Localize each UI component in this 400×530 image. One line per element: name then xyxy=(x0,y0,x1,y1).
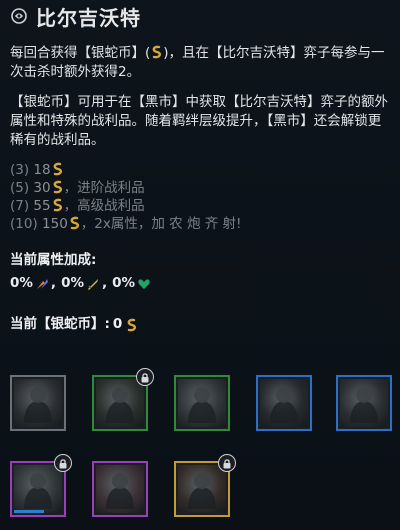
champion-slot-6[interactable] xyxy=(10,454,72,517)
stat-sep-1: , xyxy=(50,275,57,291)
champion-portrait xyxy=(340,379,388,427)
champion-portrait xyxy=(178,465,226,513)
stat-value-3: 0% xyxy=(112,275,136,291)
description-paragraph-2: 【银蛇币】可用于在【黑市】中获取【比尔吉沃特】弈子的额外属性和特殊的战利品。随着… xyxy=(10,94,388,148)
current-coins-row: 当前【银蛇币】: 0 xyxy=(10,315,390,334)
tier-count: (7) xyxy=(10,198,34,214)
champion-portrait xyxy=(260,379,308,427)
silver-serpent-coin-icon xyxy=(51,180,64,196)
tier-count: (3) xyxy=(10,162,34,178)
trait-tier-4: (10) 150 ，2x属性，加 农 炮 齐 射! xyxy=(10,215,390,233)
trait-tooltip-panel: 比尔吉沃特 每回合获得【银蛇币】()，且在【比尔吉沃特】弈子每参与一次击杀时额外… xyxy=(0,0,400,530)
trait-title: 比尔吉沃特 xyxy=(36,5,141,30)
trait-tier-1: (3) 18 xyxy=(10,161,390,179)
sword-icon xyxy=(87,278,98,290)
tier-reward-text: ，高级战利品 xyxy=(63,198,145,214)
trait-description: 每回合获得【银蛇币】()，且在【比尔吉沃特】弈子每参与一次击杀时额外获得2。 【… xyxy=(10,44,390,334)
silver-serpent-coin-icon xyxy=(51,198,64,214)
champion-slot-2[interactable] xyxy=(92,368,154,431)
champion-slot-8[interactable] xyxy=(174,454,236,517)
stat-value-1: 0% xyxy=(10,275,33,291)
description-text-1a: 每回合获得【银蛇币】( xyxy=(10,45,151,61)
star-progress-bar xyxy=(14,510,44,513)
bonus-stats-row: 0% , 0% , 0% xyxy=(10,274,390,293)
champion-portrait xyxy=(178,379,226,427)
lock-icon xyxy=(54,454,72,472)
tier-reward-text: ，进阶战利品 xyxy=(63,180,145,196)
health-heart-icon xyxy=(138,278,150,289)
lock-icon xyxy=(218,454,236,472)
attack-damage-ability-power-icon xyxy=(36,278,48,289)
lock-icon xyxy=(136,368,154,386)
champion-slot-1[interactable] xyxy=(10,375,66,431)
champion-portrait xyxy=(14,465,62,513)
trait-tier-3: (7) 55 ，高级战利品 xyxy=(10,197,390,215)
current-coins-label: 当前【银蛇币】: xyxy=(10,316,110,332)
champion-portrait xyxy=(96,379,144,427)
silver-serpent-coin-icon xyxy=(127,318,137,331)
tier-coin-value: 150 xyxy=(42,216,68,232)
stat-value-2: 0% xyxy=(61,275,84,291)
trait-tier-2: (5) 30 ，进阶战利品 xyxy=(10,179,390,197)
trait-emblem-icon xyxy=(11,8,27,24)
tier-count: (10) xyxy=(10,216,43,232)
champion-slot-3[interactable] xyxy=(174,375,230,431)
tier-coin-value: 30 xyxy=(33,180,51,196)
silver-serpent-coin-icon xyxy=(68,216,81,232)
bonus-label: 当前属性加成: xyxy=(10,252,97,268)
tier-reward-text: ，2x属性，加 农 炮 齐 射! xyxy=(80,216,242,232)
champion-portrait xyxy=(96,465,144,513)
champion-portrait xyxy=(14,379,62,427)
tier-coin-value: 18 xyxy=(33,162,51,178)
champion-slot-5[interactable] xyxy=(336,375,392,431)
silver-serpent-coin-icon xyxy=(51,162,64,178)
trait-header: 比尔吉沃特 xyxy=(0,0,400,32)
champion-slot-4[interactable] xyxy=(256,375,312,431)
current-coins-value: 0 xyxy=(112,316,123,332)
description-paragraph-1: 每回合获得【银蛇币】()，且在【比尔吉沃特】弈子每参与一次击杀时额外获得2。 xyxy=(10,44,390,82)
trait-tier-list: (3) 18 (5) 30 ，进阶战利品 (7) 55 ，高级战利品 (10) 150 ，2… xyxy=(10,161,390,233)
champion-slot-7[interactable] xyxy=(92,461,148,517)
tier-coin-value: 55 xyxy=(33,198,51,214)
silver-serpent-coin-icon xyxy=(152,45,162,59)
stat-sep-2: , xyxy=(101,275,108,291)
tier-count: (5) xyxy=(10,180,34,196)
